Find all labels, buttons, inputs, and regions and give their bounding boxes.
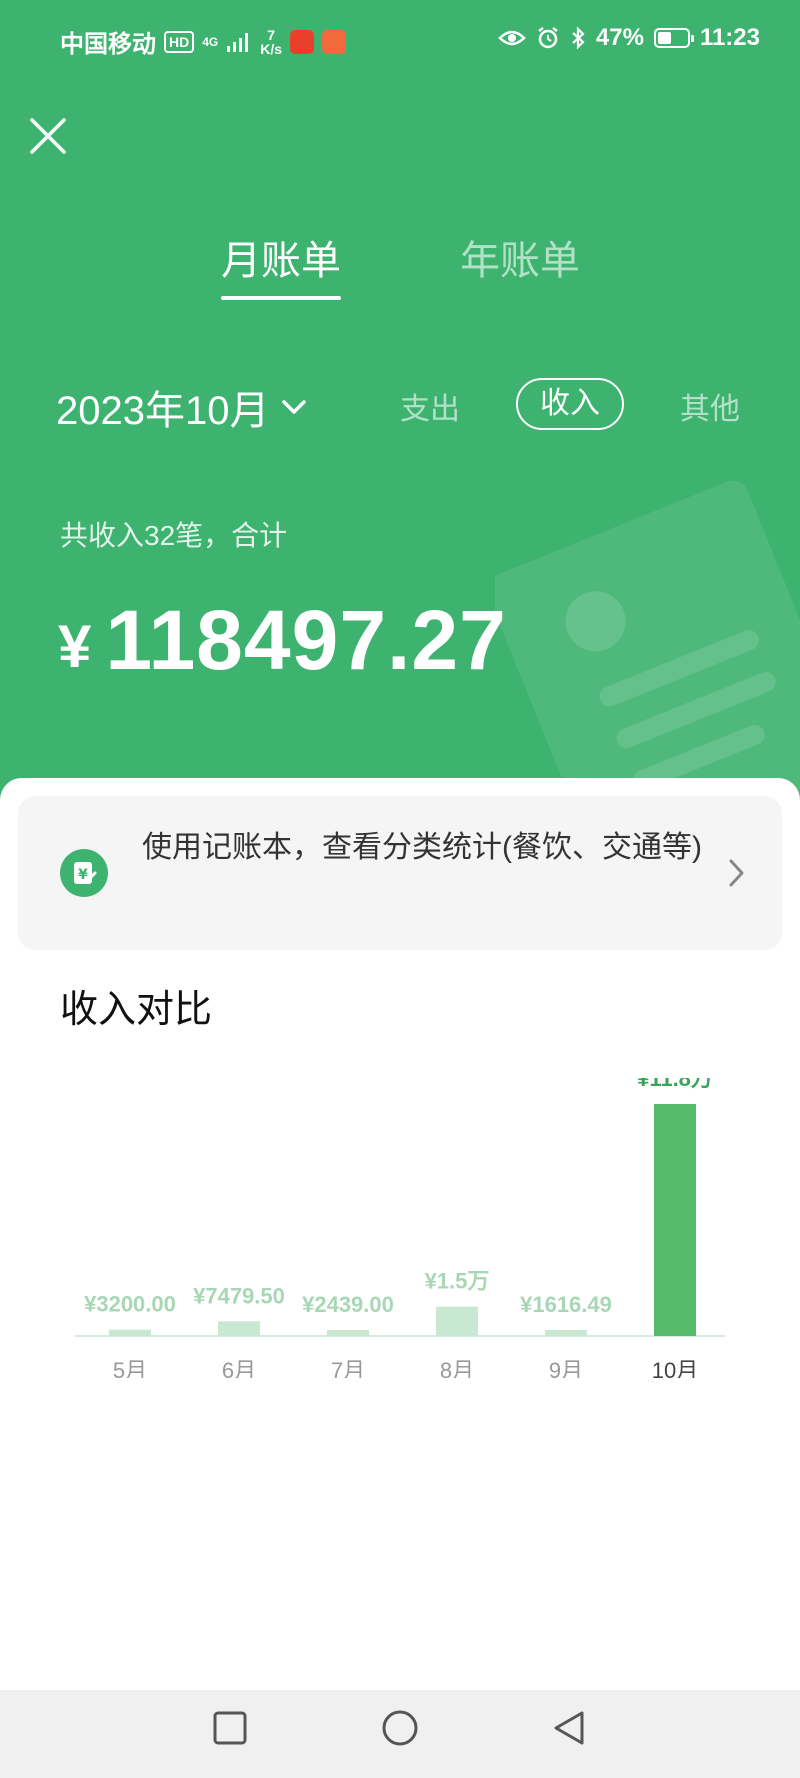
- filter-expense[interactable]: 支出: [400, 384, 460, 428]
- network-type: 4G: [202, 34, 219, 49]
- ledger-illustration-icon: [495, 480, 800, 800]
- bar-value-label: ¥7479.50: [193, 1283, 285, 1308]
- x-tick-label: 7月: [331, 1358, 365, 1378]
- bar-10月[interactable]: [654, 1104, 696, 1336]
- x-tick-label: 9月: [549, 1358, 583, 1378]
- bar-5月[interactable]: [109, 1329, 151, 1336]
- battery-fill: [657, 32, 672, 44]
- bar-9月[interactable]: [545, 1330, 587, 1336]
- month-selector[interactable]: 2023年10月: [56, 378, 307, 436]
- battery-percent: 47%: [595, 24, 644, 51]
- home-button[interactable]: [380, 1710, 420, 1750]
- currency-symbol: ¥: [58, 613, 92, 680]
- amount-value: 118497.27: [105, 593, 507, 687]
- filter-row: 2023年10月 支出 收入 其他: [0, 378, 800, 434]
- chevron-down-icon: [282, 400, 307, 414]
- notification-app-icon: [322, 29, 347, 54]
- bill-tabs: 月账单 年账单: [0, 228, 800, 308]
- bar-6月[interactable]: [218, 1321, 260, 1336]
- system-nav-bar: [0, 1690, 800, 1778]
- bar-8月[interactable]: [436, 1306, 478, 1336]
- bluetooth-icon: [572, 26, 585, 50]
- status-right: 47% 11:23: [498, 24, 760, 52]
- battery-icon: [653, 28, 694, 48]
- bar-7月[interactable]: [327, 1330, 369, 1336]
- tab-year[interactable]: 年账单: [460, 228, 580, 286]
- total-amount: ¥ 118497.27: [58, 592, 507, 689]
- bar-value-label: ¥2439.00: [302, 1292, 394, 1317]
- tab-underline: [221, 296, 341, 300]
- selected-month: 2023年10月: [56, 389, 270, 433]
- taobao-app-icon: [290, 29, 315, 54]
- bar-value-label: ¥1.5万: [425, 1269, 490, 1294]
- x-tick-label: 5月: [113, 1358, 147, 1378]
- chevron-right-icon: [729, 859, 744, 887]
- hd-badge: HD: [164, 30, 195, 53]
- bar-value-label: ¥11.8万: [637, 1078, 713, 1091]
- clock: 11:23: [699, 24, 760, 51]
- income-bar-chart: ¥3200.00 5月 ¥7479.50 6月 ¥2439.00 7月 ¥1.5万 8月 ¥16…: [75, 1078, 725, 1378]
- promo-text: 使用记账本，查看分类统计(餐饮、交通等): [142, 831, 702, 864]
- filter-income[interactable]: 收入: [516, 378, 624, 430]
- summary-text: 共收入32笔，合计: [60, 520, 288, 551]
- back-button[interactable]: [552, 1710, 588, 1750]
- alarm-icon: [538, 27, 558, 49]
- recent-apps-button[interactable]: [212, 1710, 248, 1746]
- chart-title: 收入对比: [60, 989, 213, 1031]
- carrier: 中国移动: [60, 31, 156, 58]
- bar-value-label: ¥1616.49: [520, 1292, 612, 1317]
- ledger-promo-banner[interactable]: ¥ 使用记账本，查看分类统计(餐饮、交通等): [18, 796, 782, 950]
- bar-value-label: ¥3200.00: [84, 1292, 176, 1317]
- x-tick-label: 10月: [652, 1358, 698, 1378]
- content-card: ¥ 使用记账本，查看分类统计(餐饮、交通等) 收入对比 ¥3200.00 5月 ¥7…: [0, 778, 800, 1778]
- filter-other[interactable]: 其他: [680, 384, 740, 428]
- x-tick-label: 6月: [222, 1358, 256, 1378]
- status-left: 中国移动 HD 4G 7 K/s: [60, 24, 347, 59]
- close-icon[interactable]: [26, 114, 70, 158]
- header: 中国移动 HD 4G 7 K/s 47% 11:23 月账单 年账单 2023年…: [0, 0, 800, 800]
- ledger-icon: ¥: [60, 849, 108, 897]
- eye-icon: [498, 30, 526, 46]
- network-speed: 7 K/s: [260, 28, 282, 56]
- x-tick-label: 8月: [440, 1358, 474, 1378]
- status-bar: 中国移动 HD 4G 7 K/s 47% 11:23: [0, 0, 800, 80]
- signal-icon: [227, 32, 249, 52]
- tab-month[interactable]: 月账单: [221, 228, 341, 286]
- speed-unit: K/s: [260, 40, 283, 57]
